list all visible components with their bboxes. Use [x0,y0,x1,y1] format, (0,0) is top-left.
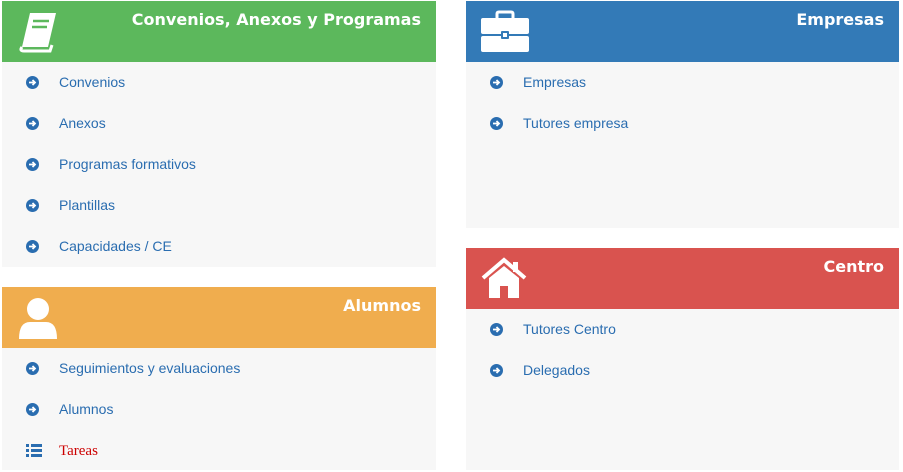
book-icon [19,13,56,53]
panel-alumnos: Alumnos Seguimientos y evaluaciones Alum… [2,287,436,470]
home-icon [481,257,527,298]
panel-alumnos-header: Alumnos [2,287,436,348]
menu-item-programas-formativos[interactable]: Programas formativos [2,144,436,185]
panel-centro: Centro Tutores Centro Delegados [466,248,899,470]
menu-item-plantillas[interactable]: Plantillas [2,185,436,226]
arrow-circle-right-icon [26,158,39,171]
menu-item-label: Plantillas [59,197,116,213]
panel-empresas-header: Empresas [466,1,899,62]
menu-item-label: Empresas [523,74,587,90]
menu-item-delegados[interactable]: Delegados [466,350,899,391]
panel-title: Empresas [796,10,884,29]
menu-item-label: Tutores Centro [523,321,616,337]
arrow-circle-right-icon [26,362,39,375]
menu-item-label: Seguimientos y evaluaciones [59,360,241,376]
panel-title: Convenios, Anexos y Programas [131,10,421,29]
user-icon [19,298,57,339]
menu-item-anexos[interactable]: Anexos [2,103,436,144]
menu-item-tareas[interactable]: Tareas [2,430,436,471]
panel-convenios-header: Convenios, Anexos y Programas [2,1,436,62]
menu-item-empresas[interactable]: Empresas [466,62,899,103]
arrow-circle-right-icon [26,403,39,416]
menu-item-label: Tareas [59,443,98,459]
arrow-circle-right-icon [26,76,39,89]
list-icon [26,444,42,457]
arrow-circle-right-icon [26,199,39,212]
menu-item-label: Capacidades / CE [59,238,172,254]
menu-item-label: Alumnos [59,401,114,417]
arrow-circle-right-icon [490,364,503,377]
menu-item-label: Anexos [59,115,106,131]
menu-item-tutores-centro[interactable]: Tutores Centro [466,309,899,350]
menu-item-seguimientos[interactable]: Seguimientos y evaluaciones [2,348,436,389]
panel-title: Alumnos [343,296,421,315]
menu-item-convenios[interactable]: Convenios [2,62,436,103]
briefcase-icon [481,10,529,52]
menu-item-label: Delegados [523,362,590,378]
panel-title: Centro [823,257,884,276]
panel-empresas: Empresas Empresas Tutores empresa [466,1,899,228]
menu-item-tutores-empresa[interactable]: Tutores empresa [466,103,899,144]
menu-item-label: Programas formativos [59,156,196,172]
menu-item-capacidades-ce[interactable]: Capacidades / CE [2,226,436,267]
menu-item-alumnos[interactable]: Alumnos [2,389,436,430]
menu-item-label: Tutores empresa [523,115,629,131]
arrow-circle-right-icon [490,76,503,89]
arrow-circle-right-icon [490,323,503,336]
menu-item-label: Convenios [59,74,126,90]
panel-convenios: Convenios, Anexos y Programas Convenios … [2,1,436,267]
arrow-circle-right-icon [26,117,39,130]
arrow-circle-right-icon [26,240,39,253]
panel-centro-header: Centro [466,248,899,309]
arrow-circle-right-icon [490,117,503,130]
